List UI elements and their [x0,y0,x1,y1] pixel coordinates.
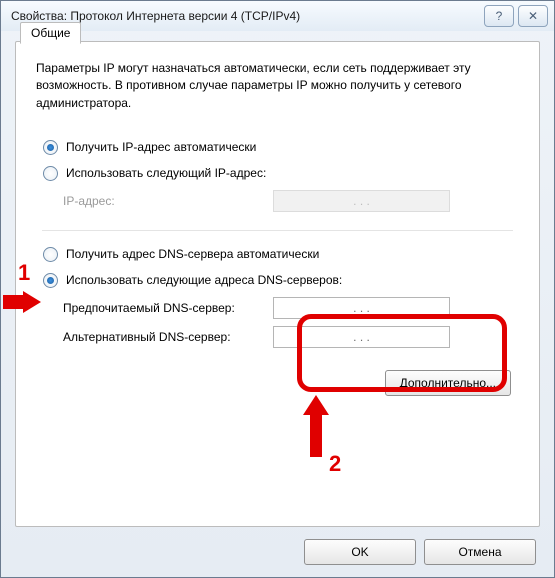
cancel-button[interactable]: Отмена [424,539,536,565]
radio-label: Получить IP-адрес автоматически [66,140,256,154]
radio-ip-manual[interactable]: Использовать следующий IP-адрес: [43,161,518,185]
radio-icon [43,273,58,288]
tab-general[interactable]: Общие [20,22,81,44]
field-dns-alt: Альтернативный DNS-сервер: . . . [63,324,518,350]
radio-icon [43,247,58,262]
button-label: Дополнительно... [400,376,496,390]
ip-group: Получить IP-адрес автоматически Использо… [36,130,519,224]
field-label: Предпочитаемый DNS-сервер: [63,301,273,315]
radio-icon [43,140,58,155]
dialog-window: Cвойства: Протокол Интернета версии 4 (T… [0,0,555,578]
advanced-row: Дополнительно... [36,370,511,396]
tab-content: Параметры IP могут назначаться автоматич… [16,42,539,408]
radio-dns-manual[interactable]: Использовать следующие адреса DNS-сервер… [43,268,518,292]
advanced-button[interactable]: Дополнительно... [385,370,511,396]
radio-label: Использовать следующий IP-адрес: [66,166,266,180]
ip-input: . . . [273,190,450,212]
tab-label: Общие [31,26,70,40]
titlebar: Cвойства: Протокол Интернета версии 4 (T… [1,1,554,31]
help-button[interactable]: ? [484,5,514,27]
button-label: OK [351,545,368,559]
dns-alt-input[interactable]: . . . [273,326,450,348]
radio-dns-auto[interactable]: Получить адрес DNS-сервера автоматически [43,242,518,266]
window-title: Cвойства: Протокол Интернета версии 4 (T… [11,9,480,23]
close-button[interactable]: ✕ [518,5,548,27]
dialog-body: Общие Параметры IP могут назначаться авт… [15,41,540,527]
radio-icon [43,166,58,181]
radio-label: Получить адрес DNS-сервера автоматически [66,247,319,261]
field-ip-address: IP-адрес: . . . [63,188,518,214]
radio-label: Использовать следующие адреса DNS-сервер… [66,273,342,287]
field-dns-preferred: Предпочитаемый DNS-сервер: . . . [63,295,518,321]
dns-preferred-input[interactable]: . . . [273,297,450,319]
dns-group: Получить адрес DNS-сервера автоматически… [36,237,519,360]
field-label: IP-адрес: [63,194,273,208]
button-label: Отмена [458,545,501,559]
dialog-footer: OK Отмена [304,539,536,565]
ok-button[interactable]: OK [304,539,416,565]
description-text: Параметры IP могут назначаться автоматич… [36,60,519,112]
radio-ip-auto[interactable]: Получить IP-адрес автоматически [43,135,518,159]
separator [42,230,513,231]
field-label: Альтернативный DNS-сервер: [63,330,273,344]
